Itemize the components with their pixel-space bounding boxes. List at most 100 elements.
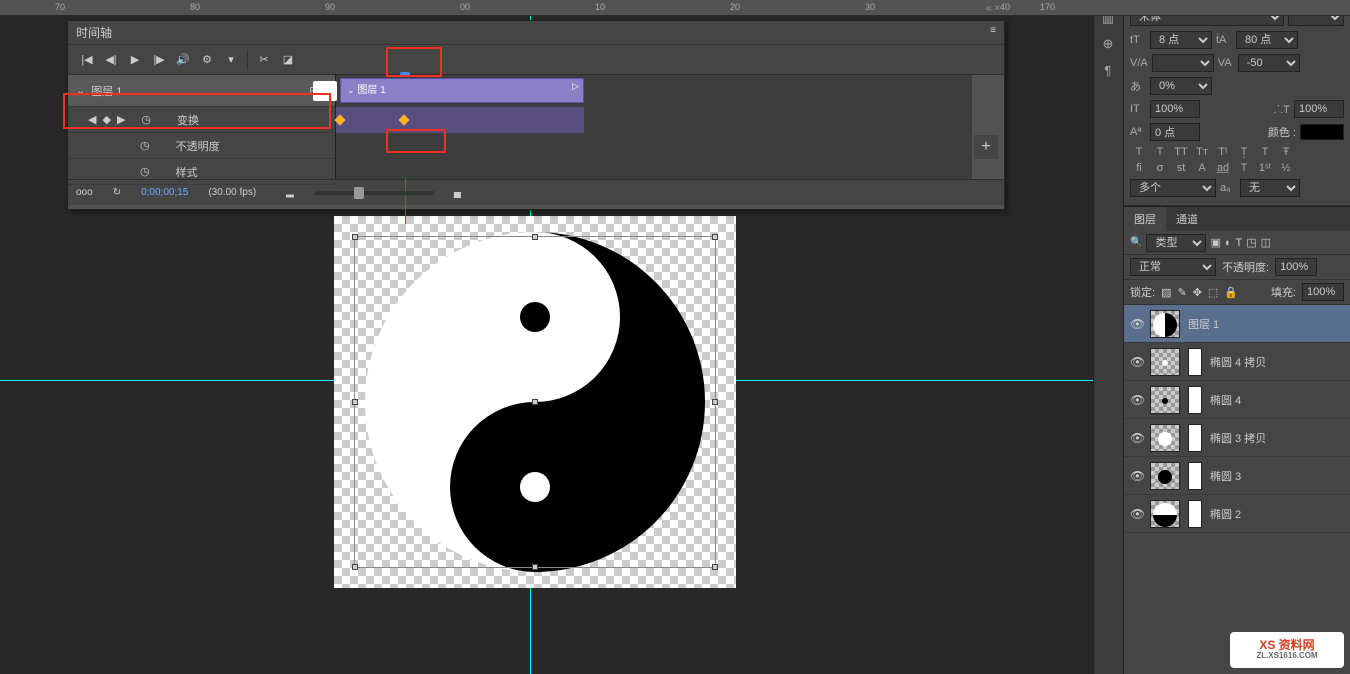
transform-handle[interactable]	[712, 234, 718, 240]
layer-name[interactable]: 椭圆 3 拷贝	[1210, 430, 1266, 446]
subscript-button[interactable]: T̩	[1235, 146, 1253, 158]
transform-handle[interactable]	[352, 234, 358, 240]
filter-adjust-icon[interactable]: ◐	[1225, 237, 1232, 249]
filter-type-select[interactable]: 类型	[1146, 234, 1206, 252]
layer-name[interactable]: 椭圆 4 拷贝	[1210, 354, 1266, 370]
timeline-clip[interactable]: ⌄ 图层 1 ▷	[340, 78, 584, 103]
lock-pixels-icon[interactable]: ✎	[1177, 286, 1186, 299]
layer-item[interactable]: 👁 椭圆 3 拷贝	[1124, 419, 1350, 457]
layer-name[interactable]: 椭圆 4	[1210, 392, 1241, 408]
dock-icon[interactable]: ⊕	[1094, 32, 1122, 56]
keyframe-track[interactable]	[336, 107, 584, 133]
tracking-select[interactable]: -50	[1238, 54, 1300, 72]
settings-button[interactable]: ⚙	[196, 49, 218, 71]
ordinals-button[interactable]: 1ˢᵗ	[1256, 162, 1274, 174]
keyframe-toggle-icon[interactable]: ◆	[102, 113, 110, 126]
timeline-prop-row[interactable]: ◀ ◆ ▶ ◷ 变换	[68, 107, 335, 133]
kerning-select[interactable]	[1152, 54, 1214, 72]
titling-button[interactable]: T	[1235, 162, 1253, 174]
prev-keyframe-icon[interactable]: ◀	[88, 113, 96, 126]
transform-handle[interactable]	[352, 564, 358, 570]
keyframe-icon[interactable]	[334, 114, 345, 125]
loop-icon[interactable]: ↻	[113, 187, 121, 198]
layer-item[interactable]: 👁 图层 1	[1124, 305, 1350, 343]
split-button[interactable]: ✂	[253, 49, 275, 71]
layer-item[interactable]: 👁 椭圆 4	[1124, 381, 1350, 419]
antialias-select[interactable]: 无	[1240, 179, 1300, 197]
add-track-button[interactable]: +	[974, 135, 998, 159]
bold-button[interactable]: T	[1130, 146, 1148, 158]
zoom-handle[interactable]	[354, 187, 364, 199]
strikethrough-button[interactable]: Ŧ	[1277, 146, 1295, 158]
superscript-button[interactable]: Tᵗ	[1214, 146, 1232, 158]
lock-artboard-icon[interactable]: ⬚	[1208, 286, 1218, 299]
timeline-prop-row[interactable]: ◷ 不透明度	[68, 133, 335, 159]
transform-bounds[interactable]	[354, 236, 716, 568]
lock-position-icon[interactable]: ✥	[1193, 286, 1202, 299]
transform-handle[interactable]	[532, 234, 538, 240]
prev-frame-button[interactable]: ◀|	[100, 49, 122, 71]
timecode-label[interactable]: 0;00;00;15	[141, 187, 188, 198]
baseline-input[interactable]	[1150, 123, 1200, 141]
panel-menu-icon[interactable]: ≡	[990, 25, 996, 36]
timeline-prop-row[interactable]: ◷ 样式	[68, 159, 335, 185]
color-swatch[interactable]	[1300, 124, 1344, 140]
language-select[interactable]: 多个	[1130, 179, 1216, 197]
zoom-out-icon[interactable]: ▂	[286, 187, 294, 198]
hscale-input[interactable]	[1294, 100, 1344, 118]
layer-name[interactable]: 图层 1	[1188, 316, 1219, 332]
visibility-icon[interactable]: 👁	[1130, 355, 1142, 369]
lock-transparent-icon[interactable]: ▨	[1161, 286, 1171, 299]
filter-shape-icon[interactable]: ◳	[1246, 236, 1256, 249]
italic-button[interactable]: T	[1151, 146, 1169, 158]
keyframe-icon[interactable]	[398, 114, 409, 125]
tab-layers[interactable]: 图层	[1124, 207, 1166, 231]
allcaps-button[interactable]: TT	[1172, 146, 1190, 158]
opacity-input[interactable]	[1275, 258, 1317, 276]
filter-smart-icon[interactable]: ◫	[1261, 236, 1271, 249]
vscale-input[interactable]	[1150, 100, 1200, 118]
fill-input[interactable]	[1302, 283, 1344, 301]
layer-item[interactable]: 👁 椭圆 2	[1124, 495, 1350, 533]
blend-mode-select[interactable]: 正常	[1130, 258, 1216, 276]
visibility-icon[interactable]: 👁	[1130, 431, 1142, 445]
dropdown-icon[interactable]: ▾	[220, 49, 242, 71]
discretionary-button[interactable]: st	[1172, 162, 1190, 174]
stopwatch-icon[interactable]: ◷	[141, 113, 151, 126]
footer-mode[interactable]: ooo	[76, 187, 93, 198]
expand-icon[interactable]: ⌄	[76, 84, 85, 97]
font-size-select[interactable]: 8 点	[1150, 31, 1212, 49]
panel-collapse-button[interactable]: « ×	[986, 3, 1000, 14]
tab-channels[interactable]: 通道	[1166, 207, 1208, 231]
scale-select[interactable]: 0%	[1150, 77, 1212, 95]
stopwatch-icon[interactable]: ◷	[140, 139, 150, 152]
ligature-button[interactable]: fi	[1130, 162, 1148, 174]
next-frame-button[interactable]: |▶	[148, 49, 170, 71]
stopwatch-icon[interactable]: ◷	[140, 165, 150, 178]
filter-pixel-icon[interactable]: ▣	[1210, 236, 1220, 249]
layer-item[interactable]: 👁 椭圆 4 拷贝	[1124, 343, 1350, 381]
next-keyframe-icon[interactable]: ▶	[117, 113, 125, 126]
fractions-button[interactable]: ½	[1277, 162, 1295, 174]
stylistic-button[interactable]: a̲d̲	[1214, 162, 1232, 174]
visibility-icon[interactable]: 👁	[1130, 507, 1142, 521]
timeline-layer-row[interactable]: ⌄ 图层 1 ⊞ ▾	[68, 75, 335, 107]
lock-all-icon[interactable]: 🔒	[1224, 286, 1238, 299]
visibility-icon[interactable]: 👁	[1130, 469, 1142, 483]
line-height-select[interactable]: 80 点	[1236, 31, 1298, 49]
visibility-icon[interactable]: 👁	[1130, 393, 1142, 407]
layer-name[interactable]: 椭圆 3	[1210, 468, 1241, 484]
smallcaps-button[interactable]: Tᴛ	[1193, 146, 1211, 158]
transform-handle[interactable]	[532, 564, 538, 570]
transform-center[interactable]	[532, 399, 538, 405]
zoom-slider[interactable]	[314, 191, 434, 195]
underline-button[interactable]: T	[1256, 146, 1274, 158]
alternate-button[interactable]: σ	[1151, 162, 1169, 174]
zoom-in-icon[interactable]: ▄	[454, 187, 461, 198]
timeline-tracks-right[interactable]: ⌄ 图层 1 ▷	[336, 75, 972, 179]
transform-handle[interactable]	[352, 399, 358, 405]
dock-icon[interactable]: ¶	[1094, 58, 1122, 82]
layer-name[interactable]: 椭圆 2	[1210, 506, 1241, 522]
transform-handle[interactable]	[712, 564, 718, 570]
audio-button[interactable]: 🔊	[172, 49, 194, 71]
